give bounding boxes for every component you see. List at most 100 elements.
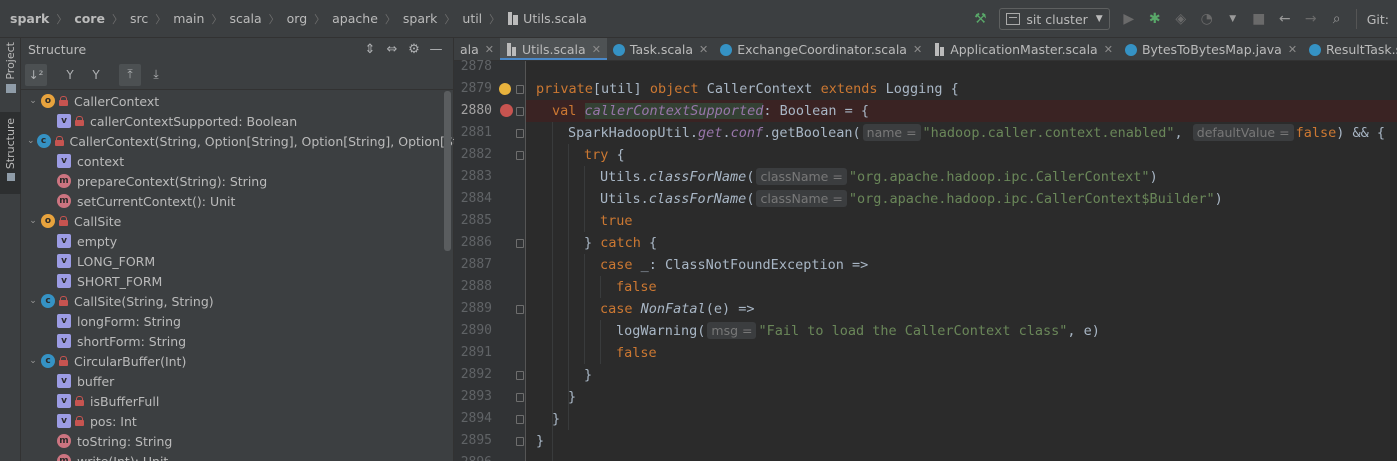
tree-item[interactable]: v buffer [21,371,454,391]
structure-tool-tab[interactable]: Structure [0,112,21,194]
fold-marker-icon[interactable] [516,151,524,160]
editor-tab[interactable]: Utils.scala ✕ [500,38,607,60]
show-inherited-icon[interactable]: Y [59,64,81,86]
fold-marker-icon[interactable] [516,415,524,424]
breadcrumb-separator-icon: 〉 [489,12,501,26]
scala-file-icon [507,12,519,25]
fold-marker-icon[interactable] [516,393,524,402]
chevron-down-icon[interactable]: ⌄ [27,136,35,146]
minimize-icon[interactable]: — [425,42,447,57]
close-icon[interactable]: ✕ [913,43,922,56]
fold-marker-icon[interactable] [516,107,524,116]
scala-file-icon [934,43,945,56]
editor-gutter[interactable]: 2878 2879 2880 2881 2882 2883 2884 2885 2886 2887… [454,59,526,461]
run-configuration-selector[interactable]: sit cluster ▼ [999,8,1110,30]
code-line-2892: } [584,367,593,383]
breadcrumb-item[interactable]: spark [10,11,49,26]
breadcrumb-item[interactable]: 〉 spark [378,11,438,27]
search-icon[interactable]: ⌕ [1326,8,1348,30]
breadcrumb-separator-icon: 〉 [384,12,396,26]
more-run-options-icon[interactable]: ▼ [1222,8,1244,30]
build-hammer-icon[interactable]: ⚒ [969,8,991,30]
git-label: Git: [1366,11,1389,27]
tree-item[interactable]: v pos: Int [21,411,454,431]
tree-item[interactable]: m toString: String [21,431,454,451]
fold-marker-icon[interactable] [516,129,524,138]
code-line-2885: true [600,213,633,229]
editor-tab[interactable]: ala ✕ [454,38,500,60]
tree-item[interactable]: ⌄ o CallerContext [21,91,454,111]
structure-scrollbar[interactable] [444,91,451,251]
forward-arrow-icon[interactable]: → [1300,8,1322,30]
tree-item[interactable]: m setCurrentContext(): Unit [21,191,454,211]
main-toolbar: ⚒ sit cluster ▼ ▶ ✱ ◈ ◔ ▼ ■ ← → ⌕ Git: [967,0,1397,38]
fold-marker-icon[interactable] [516,437,524,446]
lock-icon [59,216,68,226]
tree-item[interactable]: v longForm: String [21,311,454,331]
sort-alphabetically-icon[interactable]: ↓² [25,63,47,86]
chevron-down-icon[interactable]: ⌄ [27,356,39,366]
profile-icon[interactable]: ◔ [1196,8,1218,30]
breadcrumb-item[interactable]: 〉 src [105,11,148,27]
tree-item[interactable]: v context [21,151,454,171]
back-arrow-icon[interactable]: ← [1274,8,1296,30]
tree-item[interactable]: v SHORT_FORM [21,271,454,291]
editor-tab[interactable]: BytesToBytesMap.java ✕ [1119,38,1303,60]
fold-marker-icon[interactable] [516,85,524,94]
value-icon: v [57,374,71,388]
scroll-from-source-icon[interactable]: ⤓ [145,64,167,86]
breadcrumb-item[interactable]: 〉 Utils.scala [482,11,587,27]
tree-item-label: SHORT_FORM [77,273,163,289]
chevron-down-icon[interactable]: ⌄ [27,296,39,306]
tree-item[interactable]: ⌄ c CallerContext(String, Option[String], … [21,131,454,151]
tree-item[interactable]: ⌄ c CircularBuffer(Int) [21,351,454,371]
gear-icon[interactable]: ⚙ [403,42,425,57]
debug-bug-icon[interactable]: ✱ [1144,8,1166,30]
close-icon[interactable]: ✕ [1288,43,1297,56]
breadcrumb-item[interactable]: 〉 core [49,11,105,27]
tree-item-label: LONG_FORM [77,253,156,269]
breadcrumb-item[interactable]: 〉 apache [307,11,378,27]
chevron-down-icon[interactable]: ⌄ [27,96,39,106]
tree-item[interactable]: ⌄ c CallSite(String, String) [21,291,454,311]
tree-item[interactable]: m prepareContext(String): String [21,171,454,191]
editor-tab[interactable]: Task.scala ✕ [607,38,714,60]
stop-icon[interactable]: ■ [1248,8,1270,30]
fold-marker-icon[interactable] [516,239,524,248]
tree-item[interactable]: v LONG_FORM [21,251,454,271]
tree-item[interactable]: v shortForm: String [21,331,454,351]
scroll-to-source-icon[interactable]: ⤒ [119,63,141,86]
tree-item[interactable]: v callerContextSupported: Boolean [21,111,454,131]
fold-marker-icon[interactable] [516,371,524,380]
gutter-lens-icon[interactable] [499,83,511,95]
tree-item[interactable]: v isBufferFull [21,391,454,411]
tree-item-label: empty [77,233,118,249]
breakpoint-icon[interactable] [500,104,513,117]
collapse-all-icon[interactable]: ⇔ [381,42,403,57]
editor-tab[interactable]: ResultTask.scala [1303,38,1397,60]
close-icon[interactable]: ✕ [485,43,494,56]
tree-item[interactable]: ⌄ o CallSite [21,211,454,231]
breadcrumb-item[interactable]: 〉 main [148,11,204,27]
close-icon[interactable]: ✕ [699,43,708,56]
editor-tab[interactable]: ExchangeCoordinator.scala ✕ [714,38,928,60]
tree-item[interactable]: m write(Int): Unit [21,451,454,461]
editor-tab[interactable]: ApplicationMaster.scala ✕ [928,38,1119,60]
breadcrumb-item[interactable]: 〉 util [437,11,482,27]
close-icon[interactable]: ✕ [1104,43,1113,56]
tree-item[interactable]: v empty [21,231,454,251]
method-icon: m [57,194,71,208]
coverage-icon[interactable]: ◈ [1170,8,1192,30]
fold-marker-icon[interactable] [516,305,524,314]
chevron-down-icon[interactable]: ⌄ [27,216,39,226]
run-icon[interactable]: ▶ [1118,8,1140,30]
breadcrumb-item[interactable]: 〉 org [262,11,308,27]
close-icon[interactable]: ✕ [592,43,601,56]
code-editor[interactable]: 2878 2879 2880 2881 2882 2883 2884 2885 2886 2887… [454,59,1397,461]
lock-icon [59,356,68,366]
expand-all-icon[interactable]: ⇕ [359,42,381,57]
project-tool-tab[interactable]: Project [0,42,21,93]
lock-icon [75,396,84,406]
show-implicits-icon[interactable]: Y [85,64,107,86]
breadcrumb-item[interactable]: 〉 scala [204,11,261,27]
